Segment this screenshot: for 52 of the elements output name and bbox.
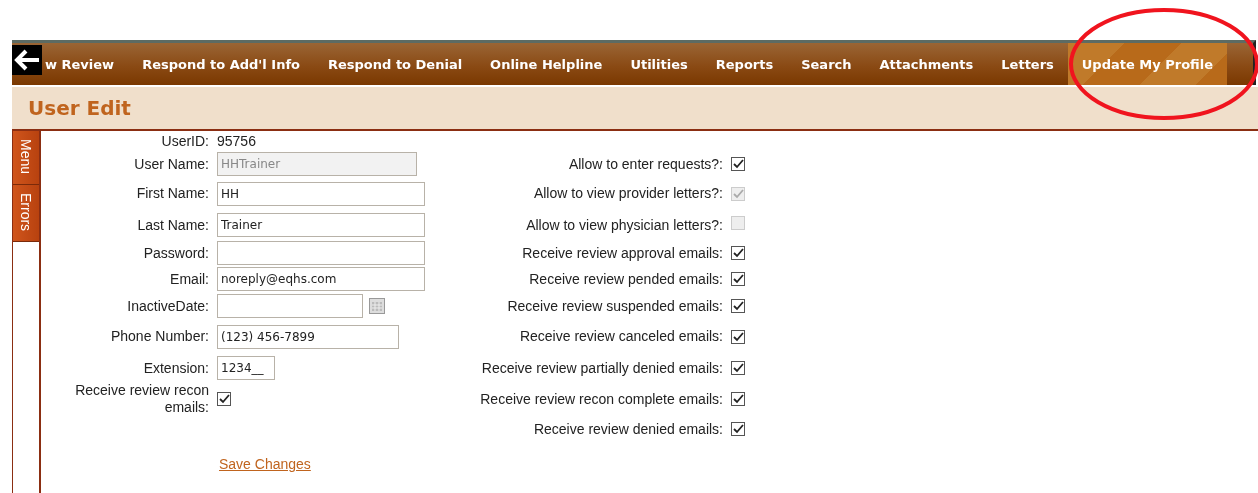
checkbox-label: Allow to enter requests?: [567,155,723,173]
field-label: UserID: [160,132,209,150]
nav-item[interactable]: w Review [42,43,129,85]
nav-item[interactable]: Respond to Add'l Info [128,43,314,85]
checkbox[interactable] [731,361,745,375]
input-field[interactable]: 1234__ [217,356,275,380]
field-label: User Name: [133,155,209,173]
checkbox[interactable] [217,392,231,406]
field-label: First Name: [135,185,209,202]
checkbox[interactable] [731,246,745,260]
nav-item[interactable]: Respond to Denial [314,43,477,85]
side-tab[interactable]: Menu [13,131,39,186]
field-label: Extension: [142,359,209,377]
checkbox-label: Receive review denied emails: [532,420,723,438]
field-label: InactiveDate: [126,297,209,315]
checkbox[interactable] [731,157,745,171]
nav-item[interactable]: Update My Profile [1067,43,1228,85]
nav-item[interactable]: Search [787,43,866,85]
input-field[interactable] [217,241,425,265]
checkbox[interactable] [731,299,745,313]
checkbox-label: Allow to view physician letters?: [525,216,723,234]
checkbox[interactable] [731,329,745,344]
field-label: Receive review recon emails: [74,382,209,416]
input-field[interactable]: HH [217,181,425,206]
field-label: Password: [142,244,209,262]
nav-item[interactable]: Online Helpline [476,43,617,85]
nav-item[interactable]: Attachments [865,43,988,85]
field-label: Phone Number: [109,328,209,345]
back-button[interactable] [12,45,42,75]
nav-item[interactable]: Utilities [616,43,702,85]
checkbox[interactable] [731,272,745,286]
input-field[interactable]: noreply@eqhs.com [217,267,425,291]
user-id-value: 95756 [217,133,256,149]
checkbox-label: Allow to view provider letters?: [532,185,723,202]
nav-item[interactable]: Letters [987,43,1068,85]
checkbox-label: Receive review canceled emails: [518,328,723,345]
field-label: Last Name: [136,216,209,234]
checkbox[interactable] [731,392,745,406]
side-tab[interactable]: Errors [13,185,39,243]
checkbox-label: Receive review partially denied emails: [480,359,723,377]
checkbox-label: Receive review approval emails: [521,244,723,262]
input-field[interactable]: Trainer [217,213,425,237]
checkbox-label: Receive review pended emails: [528,270,723,288]
field-label: Email: [169,270,209,288]
nav-item[interactable]: Reports [701,43,788,85]
checkbox-label: Receive review suspended emails: [506,297,723,315]
date-field[interactable] [217,294,363,318]
input-field[interactable]: (123) 456-7899 [217,324,399,349]
checkbox-label: Receive review recon complete emails: [479,390,723,408]
save-changes-link[interactable]: Save Changes [219,456,311,472]
checkbox[interactable] [731,422,745,436]
page-title: User Edit [28,96,131,120]
